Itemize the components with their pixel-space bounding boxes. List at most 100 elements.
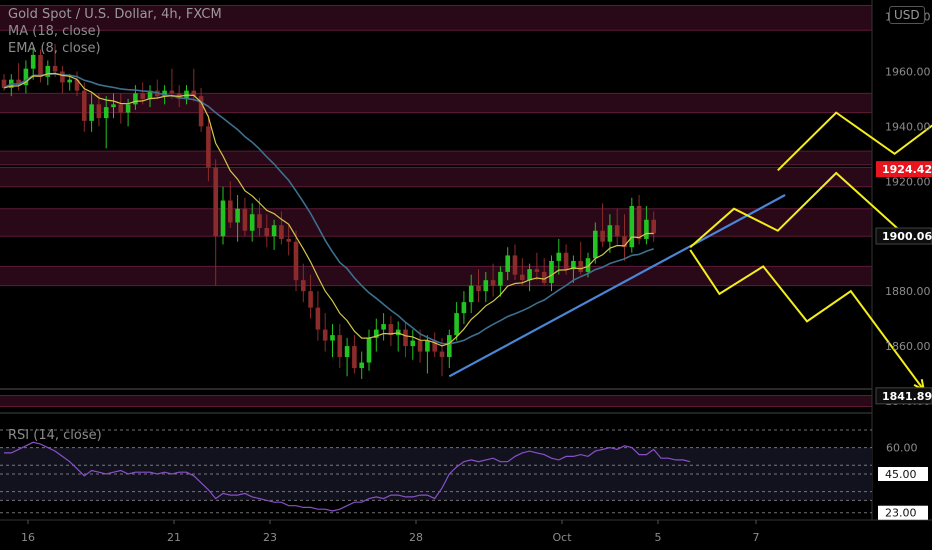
- candle-body: [556, 252, 562, 261]
- candle-body: [600, 230, 605, 242]
- candle-body: [82, 90, 87, 121]
- candle-body: [293, 241, 299, 281]
- currency-button[interactable]: USD: [889, 6, 925, 24]
- candle-body: [89, 104, 94, 121]
- candle-body: [644, 219, 649, 239]
- candle-body: [67, 79, 72, 83]
- candle-body: [461, 302, 467, 314]
- price-chart: 1980.001960.001940.001920.001900.001880.…: [0, 0, 932, 544]
- candle-body: [213, 167, 218, 237]
- candle-body: [614, 225, 620, 237]
- candle-body: [607, 225, 613, 242]
- candle-body: [520, 274, 525, 281]
- price-tick-label: 1860.00: [885, 340, 931, 353]
- candle-body: [651, 219, 656, 234]
- price-tick-label: 1920.00: [885, 175, 931, 188]
- rsi-tick-label: 60.00: [886, 442, 918, 455]
- candle-body: [417, 340, 423, 352]
- candle-body: [103, 107, 109, 119]
- candle-body: [220, 200, 226, 237]
- grid: [0, 0, 932, 521]
- candle-body: [301, 280, 306, 292]
- candle-body: [322, 329, 328, 341]
- price-tick-label: 1940.00: [885, 120, 931, 133]
- candle-body: [578, 260, 583, 272]
- time-tick-label: 23: [263, 531, 277, 544]
- candle-body: [264, 227, 270, 237]
- candle-body: [476, 285, 481, 292]
- resistance-zone-6: [0, 395, 872, 407]
- candle-body: [279, 225, 284, 239]
- ma-indicator-label[interactable]: MA (18, close): [8, 23, 222, 40]
- time-tick-label: 21: [167, 531, 181, 544]
- candle-body: [38, 54, 43, 77]
- candle-body: [636, 206, 642, 239]
- rsi-level-tag: 45.00: [885, 468, 917, 481]
- candle-body: [111, 104, 116, 108]
- candle-body: [169, 90, 175, 94]
- drawings: [448, 111, 932, 392]
- candle-body: [563, 252, 569, 270]
- candle-body: [483, 280, 489, 292]
- candle-body: [133, 93, 138, 105]
- legend: Gold Spot / U.S. Dollar, 4h, FXCM MA (18…: [8, 6, 222, 57]
- candle-body: [593, 230, 598, 259]
- candle-body: [629, 206, 635, 248]
- candle-body: [468, 285, 474, 303]
- time-tick-label: 16: [21, 531, 35, 544]
- candle-body: [249, 214, 255, 231]
- price-tag-label: 1900.06: [882, 230, 932, 243]
- candle-body: [257, 214, 262, 228]
- candle-body: [403, 329, 408, 347]
- candle-body: [286, 238, 291, 242]
- candle-body: [206, 126, 211, 168]
- candle-body: [140, 93, 145, 99]
- candle-body: [271, 225, 277, 237]
- chart-stage: 1980.001960.001940.001920.001900.001880.…: [0, 0, 932, 550]
- candle-body: [425, 340, 430, 352]
- rsi-band: [0, 447, 872, 501]
- candle-body: [454, 313, 459, 336]
- price-tag-label: 1841.89: [882, 390, 932, 403]
- resistance-zone-2: [0, 151, 872, 165]
- rsi-indicator-label[interactable]: RSI (14, close): [8, 428, 102, 443]
- price-tick-label: 1960.00: [885, 65, 931, 78]
- candle-body: [330, 335, 335, 341]
- candle-body: [228, 200, 233, 223]
- ema-indicator-label[interactable]: EMA (8, close): [8, 40, 222, 57]
- candle-body: [410, 340, 416, 347]
- candle-body: [527, 269, 532, 281]
- candle-body: [60, 71, 65, 83]
- candle-body: [549, 260, 554, 283]
- candle-body: [439, 351, 445, 358]
- resistance-zone-5: [0, 266, 872, 286]
- candle-body: [308, 291, 313, 308]
- candle-body: [447, 335, 452, 358]
- candle-body: [505, 255, 510, 272]
- time-tick-label: 7: [753, 531, 760, 544]
- time-tick-label: 5: [655, 531, 662, 544]
- candle-body: [352, 346, 357, 369]
- candle-body: [534, 269, 540, 272]
- candle-body: [541, 271, 547, 283]
- candle-body: [96, 104, 102, 119]
- candle-body: [125, 104, 131, 113]
- candle-body: [498, 271, 503, 286]
- rsi-level-tag: 23.00: [885, 507, 917, 520]
- chart-title: Gold Spot / U.S. Dollar, 4h, FXCM: [8, 7, 222, 22]
- candle-body: [381, 324, 386, 330]
- rsi-pane: [0, 429, 872, 514]
- time-tick-label: Oct: [552, 531, 572, 544]
- price-tag-label: 1924.42: [882, 163, 932, 176]
- candle-body: [344, 346, 350, 358]
- price-tick-label: 1880.00: [885, 285, 931, 298]
- resistance-zone-3: [0, 167, 872, 187]
- candle-body: [235, 208, 240, 223]
- candle-body: [512, 255, 518, 275]
- candle-body: [52, 65, 58, 72]
- candle-body: [366, 337, 372, 363]
- candle-body: [118, 104, 124, 113]
- candle-body: [359, 362, 364, 369]
- candle-body: [242, 208, 248, 231]
- candle-body: [490, 280, 496, 286]
